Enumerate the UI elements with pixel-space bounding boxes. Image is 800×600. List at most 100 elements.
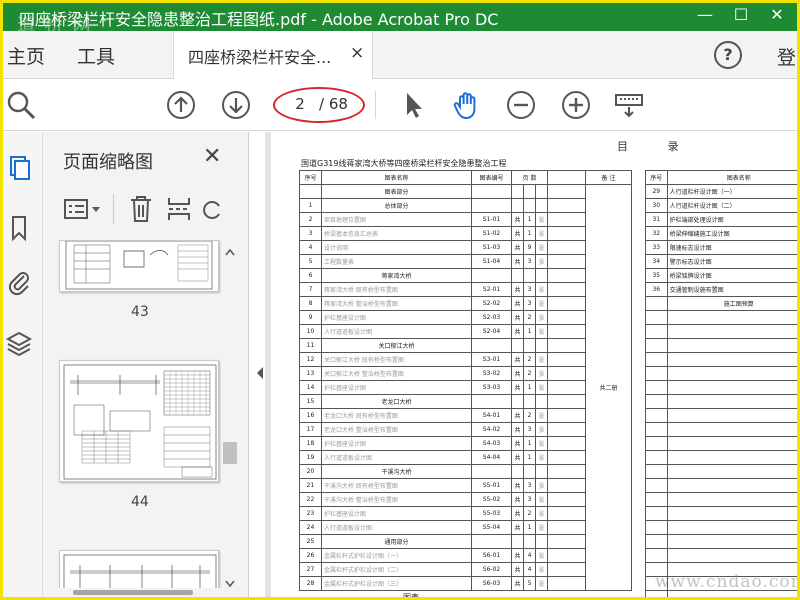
toc-cell-code <box>471 534 512 549</box>
toc-empty-row <box>645 450 797 465</box>
zoom-out-icon[interactable] <box>505 89 537 121</box>
toc-cell-name: 护栏基座设计图 <box>321 436 472 451</box>
toc-cell-no: 8 <box>299 296 322 311</box>
toc-cell-name: 金属栏杆式护栏设计图（二） <box>321 562 472 577</box>
toc-cell-a: 共 <box>511 506 524 521</box>
toc-cell-blank <box>547 576 586 591</box>
rotate-page-icon[interactable] <box>203 194 223 224</box>
home-tab[interactable]: 主页 <box>7 42 45 69</box>
toc-cell-name: 设计说明 <box>321 240 472 255</box>
thumbnail-options-icon[interactable] <box>63 196 103 224</box>
toc-cell-code: S2-03 <box>471 310 512 325</box>
thumbnails-close-button[interactable]: ✕ <box>203 144 221 169</box>
toc-cell-c: 张 <box>535 520 548 535</box>
toc-cell-b <box>523 268 536 283</box>
document-tab-close-button[interactable]: × <box>350 43 364 63</box>
toc-cell-c: 张 <box>535 240 548 255</box>
thumbnail-scrollbar[interactable] <box>221 246 239 591</box>
toc-cell-name: 总体部分 <box>321 198 472 213</box>
toc-cell-no: 12 <box>299 352 322 367</box>
toc-cell-a: 共 <box>511 422 524 437</box>
toc-cell-a: 共 <box>511 226 524 241</box>
toc-empty-cell <box>645 520 668 535</box>
toc-cell-a: 共 <box>511 310 524 325</box>
toc-cell-code <box>471 338 512 353</box>
minimize-button[interactable]: — <box>687 3 723 27</box>
toc-cell-name: 护栏端部处理设计图 <box>666 212 797 227</box>
collapse-panel-icon[interactable] <box>255 365 265 381</box>
document-tab[interactable]: 四座桥梁栏杆安全... × <box>173 31 373 79</box>
toc-empty-cell <box>666 366 797 381</box>
toc-row: 23 护栏基座设计图 S5-03 共 2 张 <box>299 506 632 521</box>
zoom-in-icon[interactable] <box>560 89 592 121</box>
select-cursor-icon[interactable] <box>397 89 429 121</box>
toc-cell-b: 2 <box>523 408 536 423</box>
header-no-right: 序号 <box>645 170 668 185</box>
layers-icon[interactable] <box>5 330 33 358</box>
toc-cell-c <box>535 464 548 479</box>
toc-cell-no: 34 <box>645 254 668 269</box>
toc-empty-cell <box>666 450 797 465</box>
toc-row: 20 干溪沟大桥 <box>299 464 632 479</box>
toc-cell-code: S4-03 <box>471 436 512 451</box>
toc-empty-cell <box>666 436 797 451</box>
toc-cell-no: 26 <box>299 548 322 563</box>
scroll-down-icon[interactable] <box>225 580 235 588</box>
help-icon[interactable]: ? <box>714 41 742 69</box>
toc-row: 24 人行道道板设计图 S5-04 共 1 张 <box>299 520 632 535</box>
toc-cell-blank <box>547 464 586 479</box>
toc-cell-no: 7 <box>299 282 322 297</box>
toc-cell-a: 共 <box>511 478 524 493</box>
thumbnail-scrollbar-thumb[interactable] <box>223 442 237 464</box>
toc-cell-code: S3-03 <box>471 380 512 395</box>
toc-empty-cell <box>666 478 797 493</box>
toc-cell-blank <box>547 408 586 423</box>
toc-empty-row <box>645 380 797 395</box>
previous-page-icon[interactable] <box>165 89 197 121</box>
toc-cell-a: 共 <box>511 324 524 339</box>
tools-tab[interactable]: 工具 <box>77 42 115 69</box>
search-icon[interactable] <box>5 89 37 121</box>
bookmark-icon[interactable] <box>5 214 33 242</box>
toc-cell-c: 张 <box>535 506 548 521</box>
toc-row: 27 金属栏杆式护栏设计图（二） S6-02 共 4 张 <box>299 562 632 577</box>
toc-cell-name: 干溪沟大桥 <box>321 464 472 479</box>
page-fragment-text: 图表 <box>403 592 419 597</box>
delete-page-icon[interactable] <box>127 194 155 224</box>
close-window-button[interactable]: ✕ <box>759 3 795 27</box>
toc-empty-cell <box>666 338 797 353</box>
toc-row: 1 总体部分 <box>299 198 632 213</box>
thumbnail-page-44[interactable] <box>59 360 219 482</box>
toc-cell-no: 13 <box>299 366 322 381</box>
horizontal-scrollbar-thumb[interactable] <box>73 590 193 595</box>
extract-page-icon[interactable] <box>165 194 193 224</box>
thumbnail-horizontal-scrollbar[interactable] <box>53 588 223 597</box>
toc-cell-code: S4-02 <box>471 422 512 437</box>
toc-cell-c: 张 <box>535 562 548 577</box>
toc-cell-a: 共 <box>511 408 524 423</box>
toc-empty-cell <box>645 464 668 479</box>
toc-cell-blank <box>547 226 586 241</box>
toc-cell-no: 17 <box>299 422 322 437</box>
next-page-icon[interactable] <box>220 89 252 121</box>
toolbar-divider <box>375 91 376 119</box>
maximize-button[interactable]: ☐ <box>723 3 759 27</box>
toc-cell-name: 老龙口大桥 <box>321 394 472 409</box>
toc-cell-blank <box>547 562 586 577</box>
toc-cell-no: 27 <box>299 562 322 577</box>
attachment-icon[interactable] <box>5 268 33 296</box>
acrobat-window: 四座桥梁栏杆安全隐患整治工程图纸.pdf - Adobe Acrobat Pro… <box>3 3 797 597</box>
sign-in-link[interactable]: 登 <box>777 43 796 70</box>
toc-cell-blank <box>547 282 586 297</box>
thumbnail-page-43[interactable] <box>59 240 219 292</box>
toc-row: 14 护栏基座设计图 S3-03 共 1 张 <box>299 380 632 395</box>
scroll-up-icon[interactable] <box>225 248 235 256</box>
page-thumbnails-icon[interactable] <box>5 154 33 182</box>
hand-tool-icon[interactable] <box>451 89 483 121</box>
toc-cell-name: 桥梁基本信息汇总表 <box>321 226 472 241</box>
toc-empty-row <box>645 520 797 535</box>
keyboard-icon[interactable] <box>613 89 645 121</box>
toc-cell-b <box>523 198 536 213</box>
toc-cell-name: 干溪沟大桥 既有桥型布置图 <box>321 478 472 493</box>
toc-cell-blank <box>547 534 586 549</box>
